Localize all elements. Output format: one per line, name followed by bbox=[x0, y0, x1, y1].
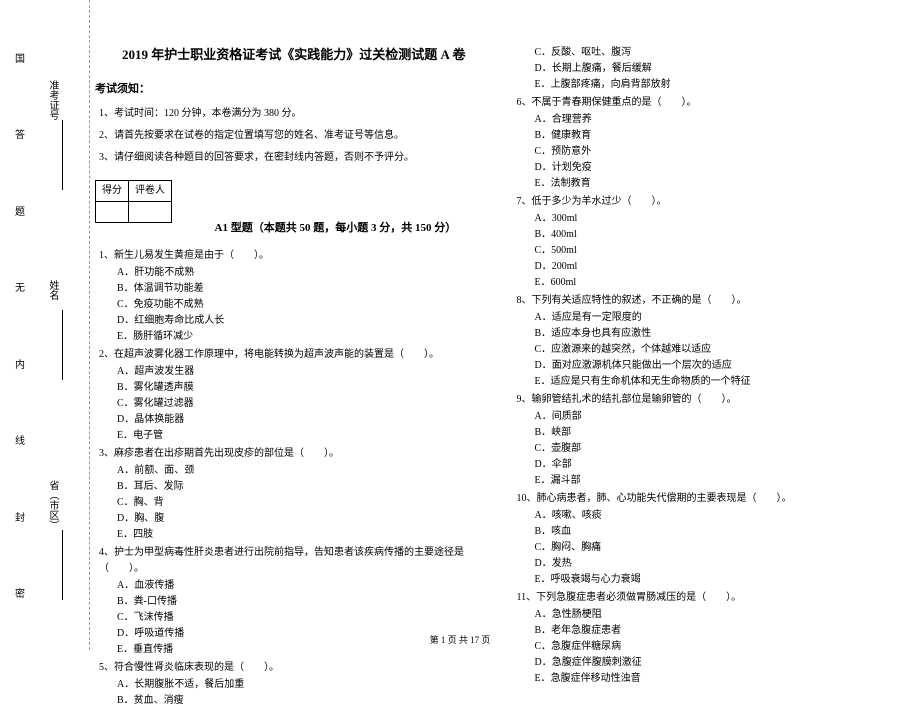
question-option: C．飞沫传播 bbox=[117, 610, 493, 626]
question-option: E．急腹症伴移动性浊音 bbox=[535, 671, 911, 687]
question-option: E．肠肝循环减少 bbox=[117, 329, 493, 345]
question-option: D．长期上腹痛，餐后缓解 bbox=[535, 61, 911, 77]
seal-char: 封 bbox=[15, 509, 25, 524]
question-option: D．红细胞寿命比成人长 bbox=[117, 313, 493, 329]
question-option: B．耳后、发际 bbox=[117, 479, 493, 495]
question-option: C．500ml bbox=[535, 243, 911, 259]
question-option: C．免疫功能不成熟 bbox=[117, 297, 493, 313]
question-option: A．适应是有一定限度的 bbox=[535, 310, 911, 326]
question-option: B．粪-口传播 bbox=[117, 594, 493, 610]
score-label: 得分 bbox=[96, 181, 129, 202]
question-option: D．发热 bbox=[535, 556, 911, 572]
exam-title: 2019 年护士职业资格证考试《实践能力》过关检测试题 A 卷 bbox=[95, 45, 493, 66]
page-footer: 第 1 页 共 17 页 bbox=[0, 633, 920, 646]
question-option: D．急腹症伴腹膜刺激征 bbox=[535, 655, 911, 671]
question-option: E．上腹部疼痛，向肩背部放射 bbox=[535, 77, 911, 93]
question-option: E．适应是只有生命机体和无生命物质的一个特征 bbox=[535, 374, 911, 390]
question-stem: 4、护士为甲型病毒性肝炎患者进行出院前指导，告知患者该疾病传播的主要途径是（ ）… bbox=[99, 545, 493, 577]
question-option: C．雾化罐过滤器 bbox=[117, 396, 493, 412]
question-option: C．壶腹部 bbox=[535, 441, 911, 457]
question-option: C．胸闷、胸痛 bbox=[535, 540, 911, 556]
grader-label: 评卷人 bbox=[129, 181, 172, 202]
question-option: E．600ml bbox=[535, 275, 911, 291]
question-option: A．前额、面、颈 bbox=[117, 463, 493, 479]
question-stem: 7、低于多少为羊水过少（ ）。 bbox=[517, 194, 911, 210]
score-cell bbox=[96, 202, 129, 223]
question-option: D．晶体换能器 bbox=[117, 412, 493, 428]
seal-char: 题 bbox=[15, 203, 25, 218]
page-content: 2019 年护士职业资格证考试《实践能力》过关检测试题 A 卷 考试须知： 1、… bbox=[95, 15, 910, 625]
question-option: B．贫血、消瘦 bbox=[117, 693, 493, 709]
question-stem: 6、不属于青春期保健重点的是（ ）。 bbox=[517, 95, 911, 111]
question-option: D．伞部 bbox=[535, 457, 911, 473]
score-table: 得分 评卷人 bbox=[95, 180, 172, 223]
notice-heading: 考试须知： bbox=[95, 81, 493, 99]
question-option: E．法制教育 bbox=[535, 176, 911, 192]
question-option: A．300ml bbox=[535, 211, 911, 227]
notice-item: 2、请首先按要求在试卷的指定位置填写您的姓名、准考证号等信息。 bbox=[99, 128, 493, 144]
seal-char: 密 bbox=[15, 585, 25, 600]
seal-char: 无 bbox=[15, 279, 25, 294]
question-stem: 11、下列急腹症患者必须做胃肠减压的是（ ）。 bbox=[517, 590, 911, 606]
field-name: 姓名 bbox=[45, 280, 60, 300]
question-option: A．肝功能不成熟 bbox=[117, 265, 493, 281]
question-stem: 1、新生儿易发生黄疸是由于（ ）。 bbox=[99, 248, 493, 264]
question-option: C．反酸、呕吐、腹泻 bbox=[535, 45, 911, 61]
question-option: A．急性肠梗阻 bbox=[535, 607, 911, 623]
question-stem: 3、麻疹患者在出疹期首先出现皮疹的部位是（ ）。 bbox=[99, 446, 493, 462]
field-line bbox=[62, 530, 63, 600]
question-option: B．体温调节功能差 bbox=[117, 281, 493, 297]
notice-item: 1、考试时间：120 分钟，本卷满分为 380 分。 bbox=[99, 106, 493, 122]
question-option: D．200ml bbox=[535, 259, 911, 275]
question-option: B．400ml bbox=[535, 227, 911, 243]
questions-right: 6、不属于青春期保健重点的是（ ）。A．合理营养B．健康教育C．预防意外D．计划… bbox=[513, 95, 911, 687]
seal-line-labels: 国 答 题 无 内 线 封 密 bbox=[15, 50, 25, 600]
notice-item: 3、请仔细阅读各种题目的回答要求，在密封线内答题，否则不予评分。 bbox=[99, 150, 493, 166]
question-option: A．血液传播 bbox=[117, 578, 493, 594]
field-line bbox=[62, 310, 63, 380]
question-option: C．胸、背 bbox=[117, 495, 493, 511]
question-option: B．适应本身也具有应激性 bbox=[535, 326, 911, 342]
question-stem: 8、下列有关适应特性的叙述，不正确的是（ ）。 bbox=[517, 293, 911, 309]
question-option: D．计划免疫 bbox=[535, 160, 911, 176]
left-column: 2019 年护士职业资格证考试《实践能力》过关检测试题 A 卷 考试须知： 1、… bbox=[95, 15, 493, 625]
question-option: D．面对应激源机体只能做出一个层次的适应 bbox=[535, 358, 911, 374]
question-option: A．咳嗽、咳痰 bbox=[535, 508, 911, 524]
grader-cell bbox=[129, 202, 172, 223]
seal-char: 国 bbox=[15, 50, 25, 65]
question-stem: 10、肺心病患者，肺、心功能失代偿期的主要表现是（ ）。 bbox=[517, 491, 911, 507]
question-option: B．峡部 bbox=[535, 425, 911, 441]
question-option: A．超声波发生器 bbox=[117, 364, 493, 380]
question-stem: 2、在超声波雾化器工作原理中，将电能转换为超声波声能的装置是（ ）。 bbox=[99, 347, 493, 363]
question-option: B．咳血 bbox=[535, 524, 911, 540]
question-option: E．呼吸衰竭与心力衰竭 bbox=[535, 572, 911, 588]
field-line bbox=[62, 120, 63, 190]
seal-char: 答 bbox=[15, 126, 25, 141]
question-option: C．预防意外 bbox=[535, 144, 911, 160]
seal-char: 内 bbox=[15, 356, 25, 371]
question-option: C．应激源来的越突然，个体越难以适应 bbox=[535, 342, 911, 358]
question-option: D．胸、腹 bbox=[117, 511, 493, 527]
question-option: A．间质部 bbox=[535, 409, 911, 425]
question-option: A．长期腹胀不适，餐后加重 bbox=[117, 677, 493, 693]
question-option: B．雾化罐透声膜 bbox=[117, 380, 493, 396]
section-title: A1 型题（本题共 50 题，每小题 3 分，共 150 分） bbox=[215, 220, 457, 238]
questions-right-continued: C．反酸、呕吐、腹泻D．长期上腹痛，餐后缓解E．上腹部疼痛，向肩背部放射 bbox=[513, 45, 911, 93]
question-option: A．合理营养 bbox=[535, 112, 911, 128]
question-option: B．健康教育 bbox=[535, 128, 911, 144]
question-option: E．漏斗部 bbox=[535, 473, 911, 489]
seal-char: 线 bbox=[15, 432, 25, 447]
field-exam-id: 准考证号 bbox=[45, 80, 60, 120]
question-option: E．四肢 bbox=[117, 527, 493, 543]
binding-sidebar: 国 答 题 无 内 线 封 密 准考证号 姓名 省（市区） bbox=[0, 0, 90, 650]
question-option: E．电子管 bbox=[117, 428, 493, 444]
question-stem: 5、符合慢性肾炎临床表现的是（ ）。 bbox=[99, 660, 493, 676]
right-column: C．反酸、呕吐、腹泻D．长期上腹痛，餐后缓解E．上腹部疼痛，向肩背部放射 6、不… bbox=[513, 15, 911, 625]
question-stem: 9、输卵管结扎术的结扎部位是输卵管的（ ）。 bbox=[517, 392, 911, 408]
field-region: 省（市区） bbox=[45, 480, 60, 530]
